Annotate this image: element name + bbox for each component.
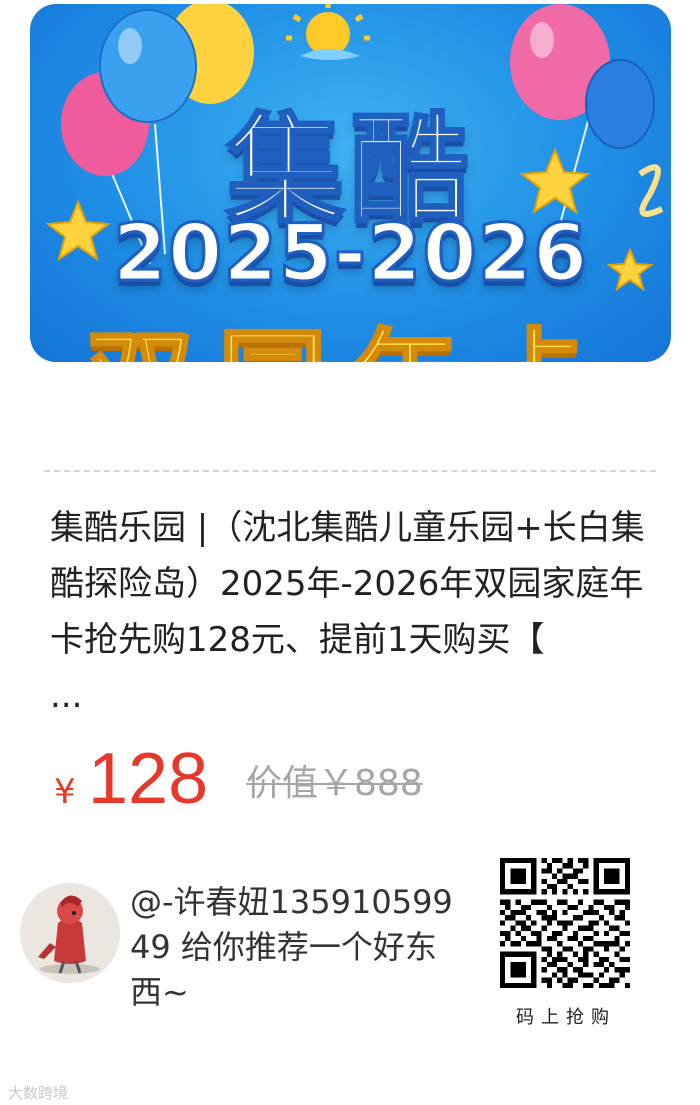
qr-code[interactable] [500,858,630,988]
banner-subtitle: 双园年卡 [30,294,671,363]
recommend-text: @-许春妞13591059949 给你推荐一个好东西~ [130,883,453,1011]
avatar-figure-icon [20,883,120,983]
title-ellipsis: ... [50,676,83,716]
original-price: 价值￥888 [246,763,423,804]
price-value: 128 [88,739,209,819]
watermark: 大数跨境 [8,1084,69,1102]
product-title-text: 集酷乐园 |（沈北集酷儿童乐园+长白集酷探险岛）2025年-2026年双园家庭年… [50,508,645,660]
price-currency: ¥ [54,772,76,812]
qr-caption: 码上抢购 [516,1007,616,1028]
product-banner-image[interactable]: 集酷 2025-2026 双园年卡 [30,4,671,362]
product-title[interactable]: 集酷乐园 |（沈北集酷儿童乐园+长白集酷探险岛）2025年-2026年双园家庭年… [50,500,650,724]
dashed-divider [44,470,656,472]
banner-years: 2025-2026 [111,208,589,301]
user-avatar[interactable] [20,883,120,983]
